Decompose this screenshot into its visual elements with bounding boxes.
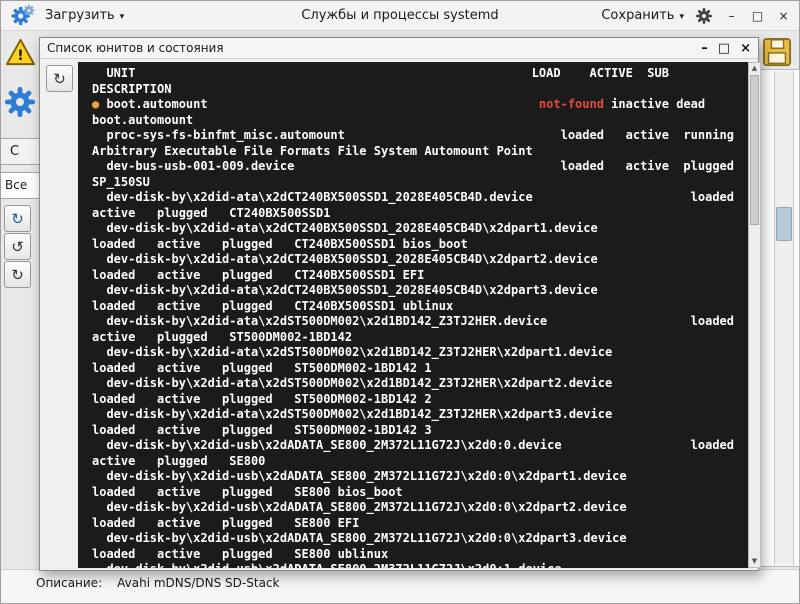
main-vertical-scrollbar[interactable] — [774, 71, 794, 565]
unit-line: dev-disk-by\x2did-ata\x2dST500DM002\x2d1… — [92, 345, 734, 361]
services-gear-icon[interactable] — [3, 85, 37, 123]
chevron-down-icon: ▾ — [679, 12, 684, 22]
unit-line: loaded active plugged ST500DM002-1BD142 … — [92, 361, 734, 377]
unit-line: active plugged CT240BX500SSD1 — [92, 206, 734, 222]
units-dialog: Список юнитов и состояния – □ × ↻ UNITLO… — [39, 37, 759, 571]
dialog-minimize-button[interactable]: – — [701, 42, 708, 55]
unit-line: SP_150SU — [92, 175, 734, 191]
dialog-close-button[interactable]: × — [740, 42, 751, 55]
unit-line: loaded active plugged ST500DM002-1BD142 … — [92, 423, 734, 439]
unit-line: dev-disk-by\x2did-ata\x2dCT240BX500SSD1_… — [92, 252, 734, 268]
unit-line: dev-disk-by\x2did-ata\x2dCT240BX500SSD1_… — [92, 190, 734, 206]
unit-line: loaded active plugged ST500DM002-1BD142 … — [92, 392, 734, 408]
filter-select[interactable]: Все — [1, 172, 40, 199]
maximize-button[interactable]: □ — [750, 10, 765, 22]
unit-line: dev-disk-by\x2did-usb\x2dADATA_SE800_2M3… — [92, 562, 734, 568]
main-titlebar: Загрузить ▾ Службы и процессы systemd Со… — [1, 1, 799, 31]
tab-services[interactable]: С — [1, 138, 40, 165]
unit-line: proc-sys-fs-binfmt_misc.automountloaded … — [92, 128, 734, 144]
unit-line: dev-disk-by\x2did-ata\x2dCT240BX500SSD1_… — [92, 283, 734, 299]
unit-line: loaded active plugged SE800 bios_boot — [92, 485, 734, 501]
unit-line: loaded active plugged SE800 ublinux — [92, 547, 734, 563]
close-button[interactable]: × — [776, 10, 791, 22]
unit-state-bullet-icon: ● — [92, 97, 99, 111]
unit-line: loaded active plugged CT240BX500SSD1 bio… — [92, 237, 734, 253]
svg-text:!: ! — [17, 48, 24, 64]
list-scrollbar[interactable]: ▲ ▼ — [748, 62, 761, 568]
description-label: Описание: — [36, 576, 102, 590]
unit-line: dev-disk-by\x2did-ata\x2dST500DM002\x2d1… — [92, 376, 734, 392]
unit-list[interactable]: UNITLOAD ACTIVE SUB DESCRIPTION● boot.au… — [78, 62, 748, 568]
load-button[interactable]: Загрузить ▾ — [45, 8, 124, 23]
unit-line: active plugged ST500DM002-1BD142 — [92, 330, 734, 346]
unit-line: DESCRIPTION — [92, 82, 734, 98]
unit-line: dev-disk-by\x2did-usb\x2dADATA_SE800_2M3… — [92, 438, 734, 454]
redo-icon: ↻ — [11, 266, 24, 284]
list-scrollbar-thumb[interactable] — [750, 75, 759, 225]
unit-line: loaded active plugged CT240BX500SSD1 ubl… — [92, 299, 734, 315]
warning-icon: ! — [5, 38, 36, 71]
save-button[interactable]: Сохранить ▾ — [601, 8, 684, 23]
unit-line: dev-disk-by\x2did-ata\x2dST500DM002\x2d1… — [92, 314, 734, 330]
tab-label: С — [10, 144, 19, 159]
redo-button[interactable]: ↻ — [4, 261, 31, 288]
unit-line: Arbitrary Executable File Formats File S… — [92, 144, 734, 160]
unit-line: loaded active plugged SE800 EFI — [92, 516, 734, 532]
unit-line: dev-disk-by\x2did-ata\x2dCT240BX500SSD1_… — [92, 221, 734, 237]
undo-icon: ↺ — [11, 238, 24, 256]
unit-line: dev-disk-by\x2did-usb\x2dADATA_SE800_2M3… — [92, 531, 734, 547]
save-file-icon[interactable] — [762, 37, 792, 71]
dialog-titlebar[interactable]: Список юнитов и состояния – □ × — [40, 38, 758, 59]
unit-line: dev-disk-by\x2did-ata\x2dST500DM002\x2d1… — [92, 407, 734, 423]
unit-line: dev-disk-by\x2did-usb\x2dADATA_SE800_2M3… — [92, 469, 734, 485]
unit-line: boot.automount — [92, 113, 734, 129]
unit-line: dev-bus-usb-001-009.deviceloaded active … — [92, 159, 734, 175]
main-scrollbar-thumb[interactable] — [776, 207, 792, 241]
table-panel-edge — [758, 69, 800, 567]
dialog-title: Список юнитов и состояния — [47, 41, 224, 55]
undo-button[interactable]: ↺ — [4, 233, 31, 260]
unit-line: ● boot.automountnot-found inactive dead — [92, 97, 734, 113]
refresh-button[interactable]: ↻ — [4, 205, 31, 232]
scroll-down-icon[interactable]: ▼ — [749, 556, 760, 567]
app-gears-icon — [11, 4, 35, 28]
unit-line: loaded active plugged CT240BX500SSD1 EFI — [92, 268, 734, 284]
dialog-maximize-button[interactable]: □ — [718, 42, 730, 55]
settings-gear-icon[interactable] — [695, 7, 713, 25]
filter-value: Все — [5, 178, 27, 192]
save-button-label: Сохранить — [601, 8, 674, 23]
titlebar-right-group: Сохранить ▾ – □ × — [601, 7, 791, 25]
chevron-down-icon: ▾ — [120, 12, 125, 22]
load-button-label: Загрузить — [45, 8, 115, 23]
dialog-window-buttons: – □ × — [701, 42, 751, 55]
dialog-refresh-button[interactable]: ↻ — [46, 65, 73, 92]
unit-line: active plugged SE800 — [92, 454, 734, 470]
description-value: Avahi mDNS/DNS SD-Stack — [117, 576, 279, 590]
unit-line: dev-disk-by\x2did-usb\x2dADATA_SE800_2M3… — [92, 500, 734, 516]
minimize-button[interactable]: – — [724, 10, 739, 22]
refresh-icon: ↻ — [53, 70, 66, 88]
refresh-icon: ↻ — [11, 210, 24, 228]
unit-line: UNITLOAD ACTIVE SUB — [92, 66, 734, 82]
status-bar: Описание: Avahi mDNS/DNS SD-Stack — [1, 569, 799, 603]
scroll-up-icon[interactable]: ▲ — [749, 63, 760, 74]
